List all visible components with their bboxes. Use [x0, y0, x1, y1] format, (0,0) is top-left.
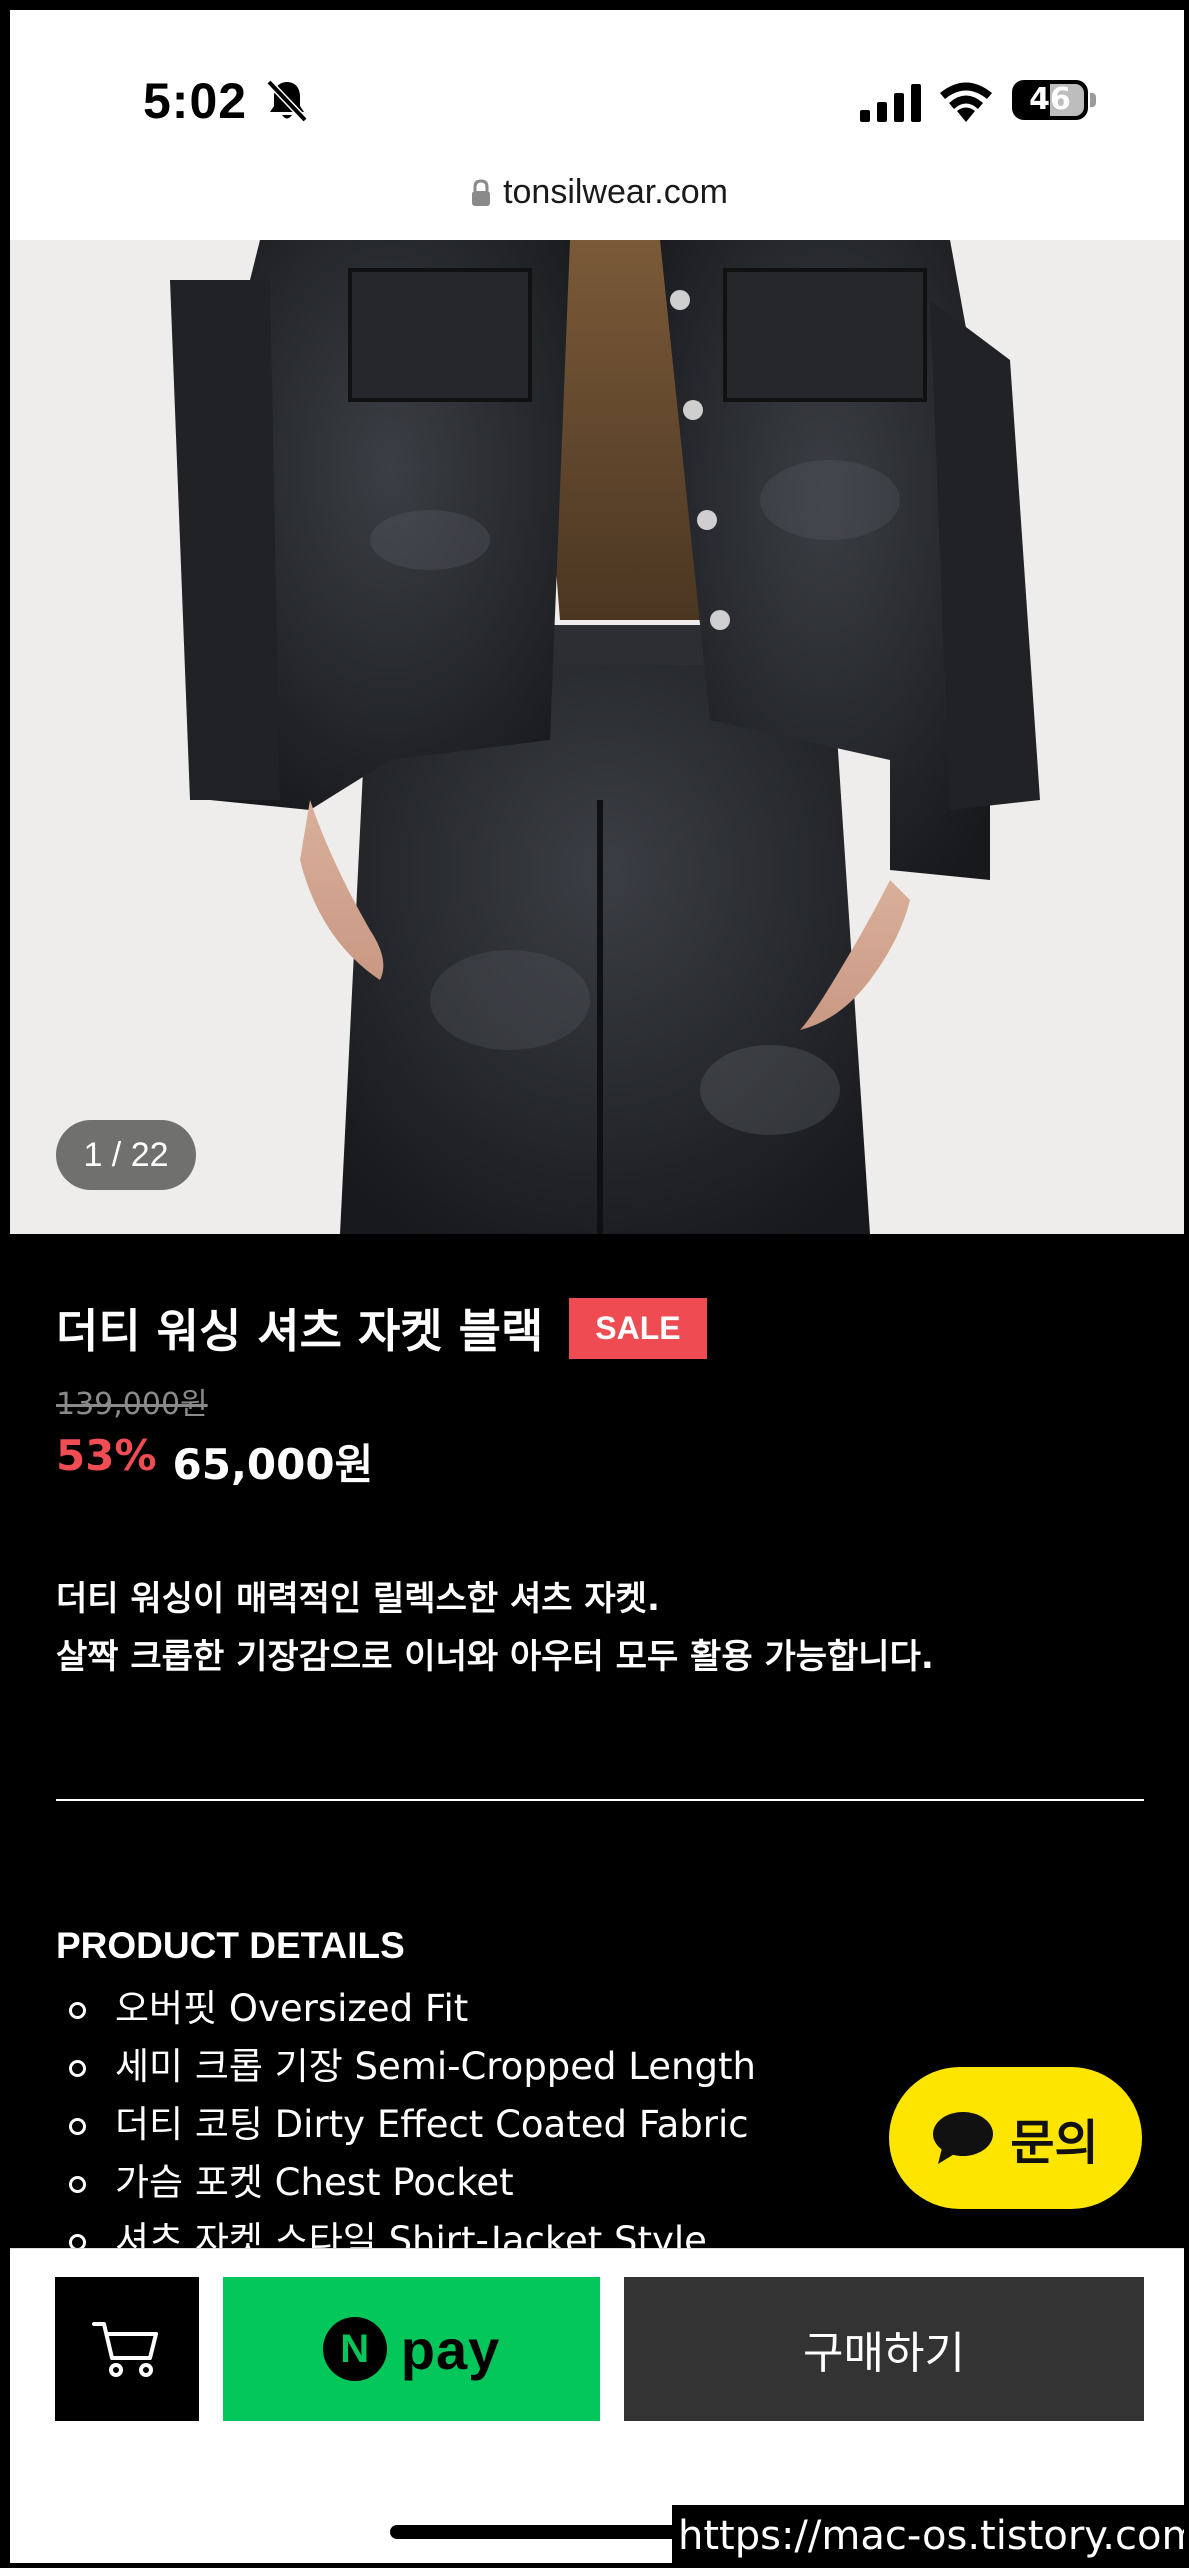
discount-rate: 53%	[56, 1431, 157, 1480]
list-item: 가슴 포켓 Chest Pocket	[56, 2154, 756, 2212]
details-list: 오버핏 Oversized Fit 세미 크롭 기장 Semi-Cropped …	[56, 1980, 756, 2270]
list-item: 세미 크롭 기장 Semi-Cropped Length	[56, 2038, 756, 2096]
battery-level: 46	[1029, 82, 1071, 117]
list-item: 오버핏 Oversized Fit	[56, 1980, 756, 2038]
buy-button[interactable]: 구매하기	[624, 2277, 1144, 2421]
product-description: 더티 워싱이 매력적인 릴렉스한 셔츠 자켓. 살짝 크롭한 기장감으로 이너와…	[56, 1570, 934, 1686]
description-line: 살짝 크롭한 기장감으로 이너와 아우터 모두 활용 가능합니다.	[56, 1637, 934, 1677]
wifi-icon	[940, 82, 992, 122]
cart-icon	[92, 2322, 158, 2377]
page-url: tonsilwear.com	[503, 173, 728, 211]
product-image[interactable]: 1 / 22	[10, 240, 1184, 1234]
chat-bubble-icon	[933, 2112, 994, 2164]
original-price: 139,000원	[56, 1387, 208, 1422]
list-item: 더티 코팅 Dirty Effect Coated Fabric	[56, 2096, 756, 2154]
inquiry-chat-button[interactable]: 문의	[889, 2067, 1142, 2209]
product-title-row: 더티 워싱 셔츠 자켓 블랙 SALE	[56, 1295, 707, 1361]
product-photo-illustration	[10, 240, 1184, 1234]
section-divider	[56, 1799, 1144, 1801]
npay-label: pay	[400, 2317, 501, 2381]
details-heading: PRODUCT DETAILS	[56, 1925, 405, 1966]
signal-bars-icon	[860, 84, 921, 122]
sale-badge: SALE	[569, 1297, 707, 1359]
chat-label: 문의	[1010, 2115, 1099, 2171]
product-title: 더티 워싱 셔츠 자켓 블랙	[56, 1304, 544, 1358]
bell-slash-icon	[266, 79, 308, 123]
phone-frame: 5:02 46 tonsilwear.com 1 / 22 더티 워싱 셔츠 자…	[0, 0, 1189, 2568]
sale-price: 65,000원	[172, 1440, 374, 1489]
battery-icon: 46	[1012, 80, 1096, 120]
image-counter: 1 / 22	[56, 1120, 196, 1190]
npay-button[interactable]: N pay	[223, 2277, 600, 2421]
description-line: 더티 워싱이 매력적인 릴렉스한 셔츠 자켓.	[56, 1579, 660, 1619]
watermark: https://mac-os.tistory.com	[672, 2505, 1184, 2563]
price-row: 53% 65,000원	[56, 1431, 373, 1492]
lock-icon	[472, 178, 491, 206]
status-time: 5:02	[143, 73, 248, 129]
cart-button[interactable]	[55, 2277, 199, 2421]
address-bar[interactable]: tonsilwear.com	[10, 165, 1184, 240]
npay-logo-icon: N	[322, 2317, 387, 2381]
